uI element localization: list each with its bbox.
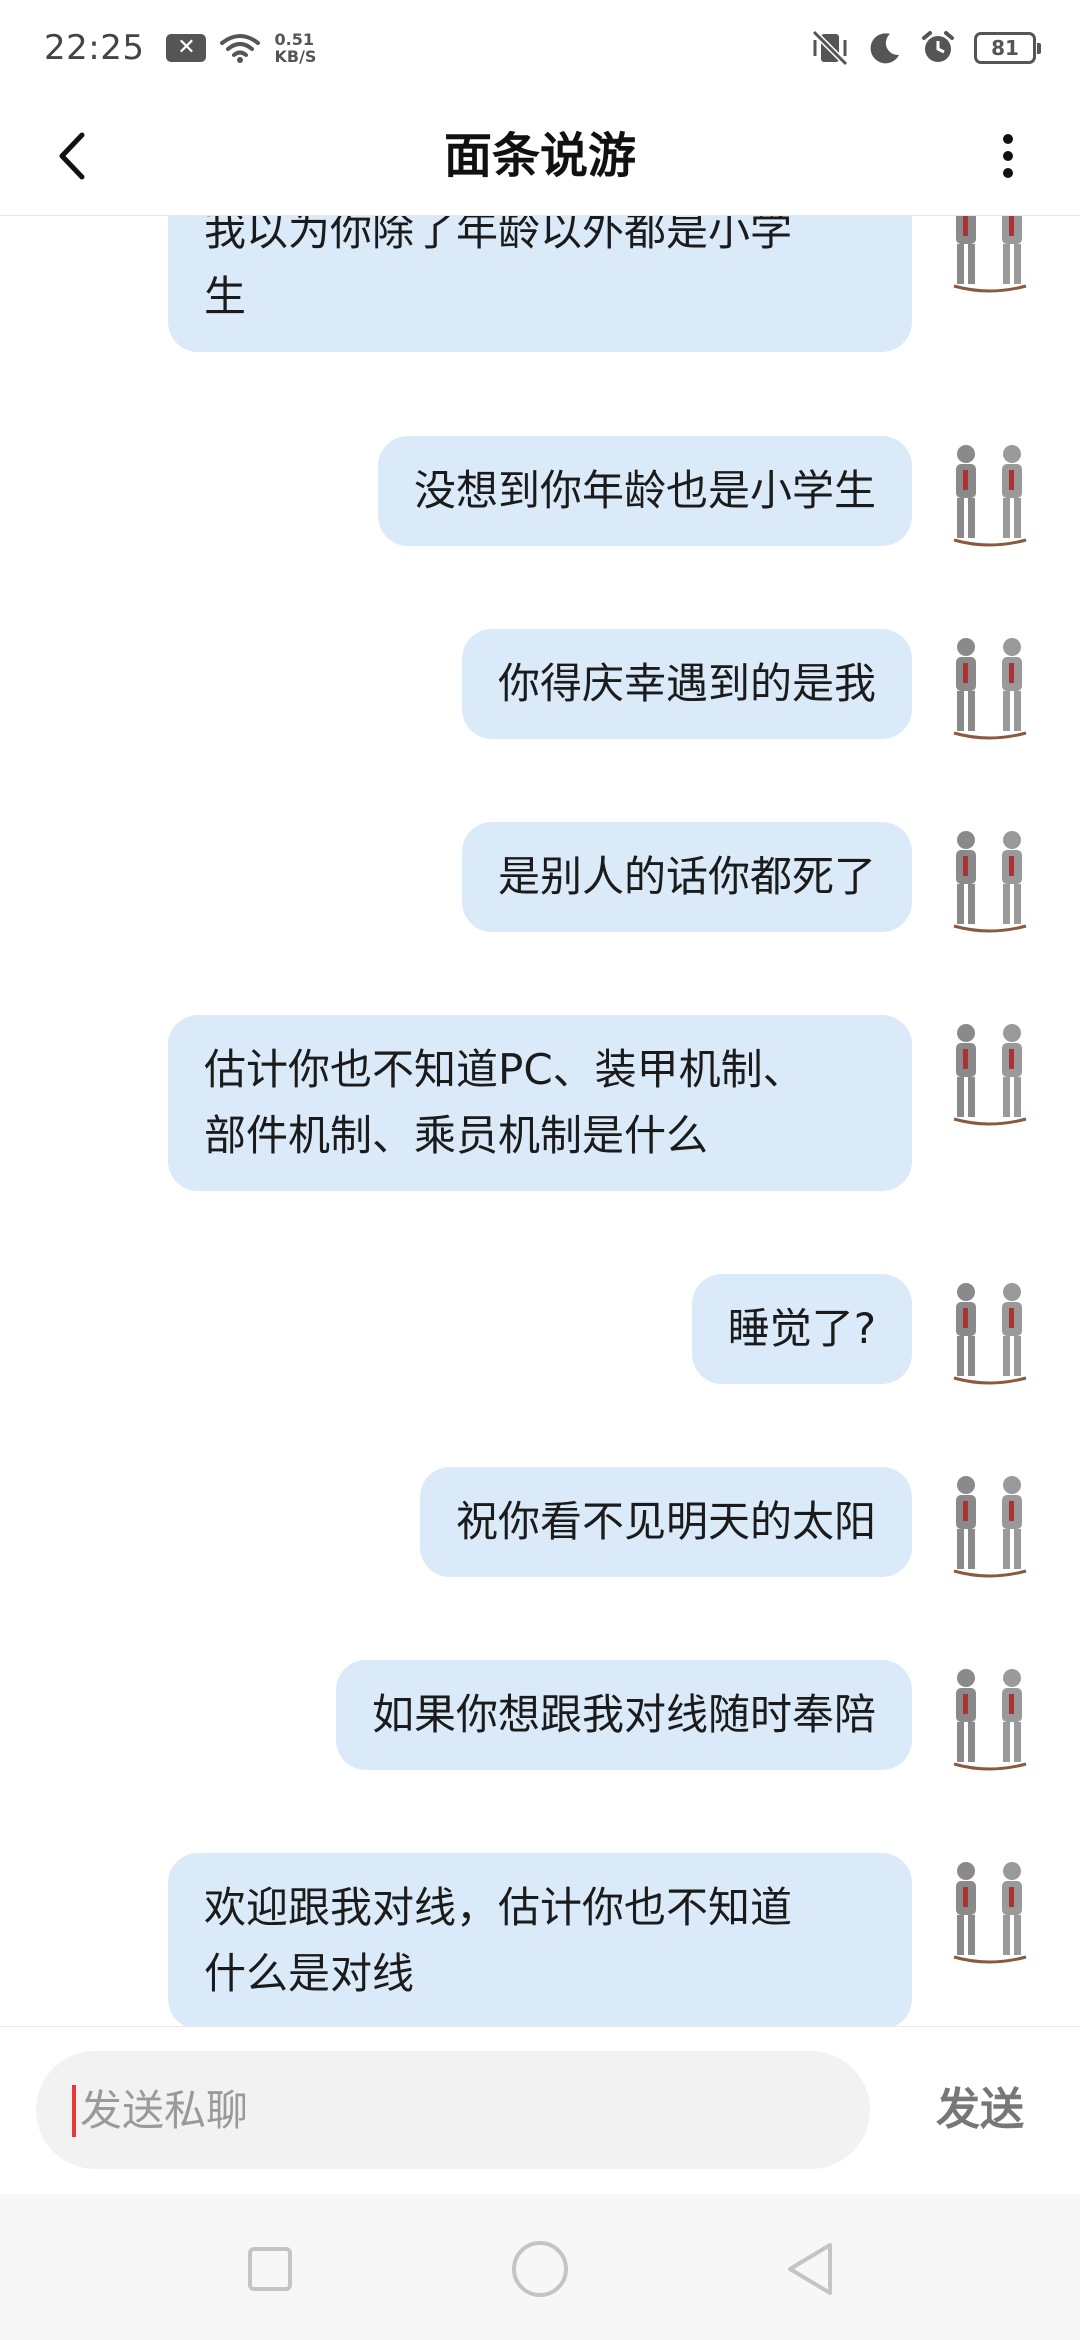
notification-icon: ✕ bbox=[166, 34, 207, 62]
knight-avatar-icon[interactable] bbox=[934, 1664, 1044, 1774]
more-vertical-icon bbox=[1003, 134, 1013, 178]
recent-apps-button[interactable] bbox=[230, 2234, 310, 2304]
more-options-button[interactable] bbox=[976, 124, 1040, 188]
wifi-icon bbox=[220, 34, 261, 63]
knight-avatar-icon[interactable] bbox=[934, 1471, 1044, 1581]
message-bubble[interactable]: 我以为你除了年龄以外都是小学 生 bbox=[168, 216, 912, 352]
message-composer: 发送 bbox=[0, 2026, 1080, 2194]
status-right-icons: 81 bbox=[810, 30, 1041, 66]
chat-header: 面条说游 bbox=[0, 96, 1080, 216]
message-bubble[interactable]: 是别人的话你都死了 bbox=[461, 822, 912, 932]
battery-icon: 81 bbox=[974, 32, 1041, 64]
system-navigation-bar bbox=[0, 2194, 1080, 2340]
circle-icon bbox=[512, 2241, 568, 2297]
knight-avatar-icon[interactable] bbox=[934, 633, 1044, 743]
knight-avatar-icon[interactable] bbox=[934, 1019, 1044, 1129]
square-icon bbox=[248, 2247, 292, 2291]
send-button[interactable]: 发送 bbox=[910, 2051, 1050, 2169]
knight-avatar-icon[interactable] bbox=[934, 826, 1044, 936]
vibrate-off-icon bbox=[811, 30, 849, 66]
network-speed: 0.51 KB/S bbox=[274, 31, 316, 65]
alarm-icon bbox=[922, 31, 954, 62]
message-list[interactable]: 我以为你除了年龄以外都是小学 生 没想到你年龄也是小学生 你得庆幸遇到的是我 是… bbox=[0, 216, 1080, 2026]
page-title: 面条说游 bbox=[443, 128, 636, 184]
net-speed-value: 0.51 bbox=[274, 30, 314, 49]
chat-screen: 22:25 ✕ 0.51 KB/S 81 面条说游 我以为你除了年龄以外都是小学… bbox=[0, 0, 1080, 2340]
message-bubble[interactable]: 没想到你年龄也是小学生 bbox=[377, 436, 912, 546]
status-left-icons: ✕ 0.51 KB/S bbox=[166, 31, 316, 65]
knight-avatar-icon[interactable] bbox=[934, 440, 1044, 550]
home-button[interactable] bbox=[500, 2234, 580, 2304]
net-speed-unit: KB/S bbox=[274, 47, 317, 66]
message-bubble[interactable]: 估计你也不知道PC、装甲机制、 部件机制、乘员机制是什么 bbox=[168, 1015, 912, 1191]
message-bubble[interactable]: 睡觉了? bbox=[691, 1274, 912, 1384]
knight-avatar-icon[interactable] bbox=[934, 1857, 1044, 1967]
message-input-container[interactable] bbox=[36, 2051, 870, 2169]
knight-avatar-icon[interactable] bbox=[934, 1278, 1044, 1388]
status-time: 22:25 bbox=[44, 28, 145, 68]
back-nav-button[interactable] bbox=[770, 2234, 850, 2304]
triangle-back-icon bbox=[788, 2243, 832, 2295]
message-bubble[interactable]: 你得庆幸遇到的是我 bbox=[461, 629, 912, 739]
message-bubble[interactable]: 如果你想跟我对线随时奉陪 bbox=[335, 1660, 912, 1770]
status-bar: 22:25 ✕ 0.51 KB/S 81 bbox=[0, 0, 1080, 96]
do-not-disturb-moon-icon bbox=[870, 33, 899, 64]
message-input[interactable] bbox=[76, 2051, 836, 2169]
message-bubble[interactable]: 祝你看不见明天的太阳 bbox=[419, 1467, 912, 1577]
message-bubble[interactable]: 欢迎跟我对线，估计你也不知道 什么是对线 bbox=[168, 1853, 912, 2026]
knight-avatar-icon[interactable] bbox=[934, 216, 1044, 296]
